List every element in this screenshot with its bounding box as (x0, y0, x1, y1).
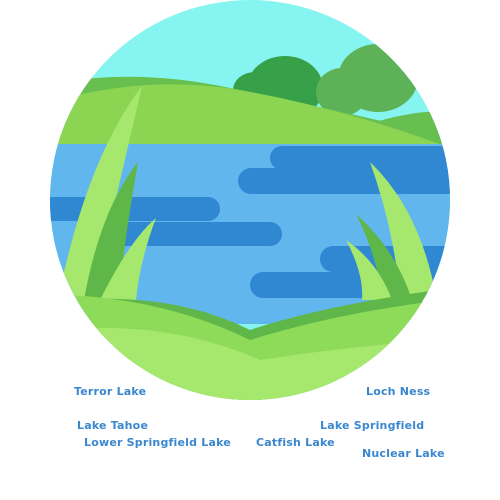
lake-landscape-icon (50, 0, 450, 400)
label-loch-ness: Loch Ness (366, 385, 431, 398)
label-lake-springfield: Lake Springfield (320, 419, 425, 432)
label-catfish-lake: Catfish Lake (256, 436, 335, 449)
label-nuclear-lake: Nuclear Lake (362, 447, 445, 460)
label-terror-lake: Terror Lake (74, 385, 147, 398)
water-band-1 (238, 168, 450, 194)
label-lower-springfield-lake: Lower Springfield Lake (84, 436, 231, 449)
label-lake-tahoe: Lake Tahoe (77, 419, 149, 432)
water-band-2 (270, 146, 450, 170)
